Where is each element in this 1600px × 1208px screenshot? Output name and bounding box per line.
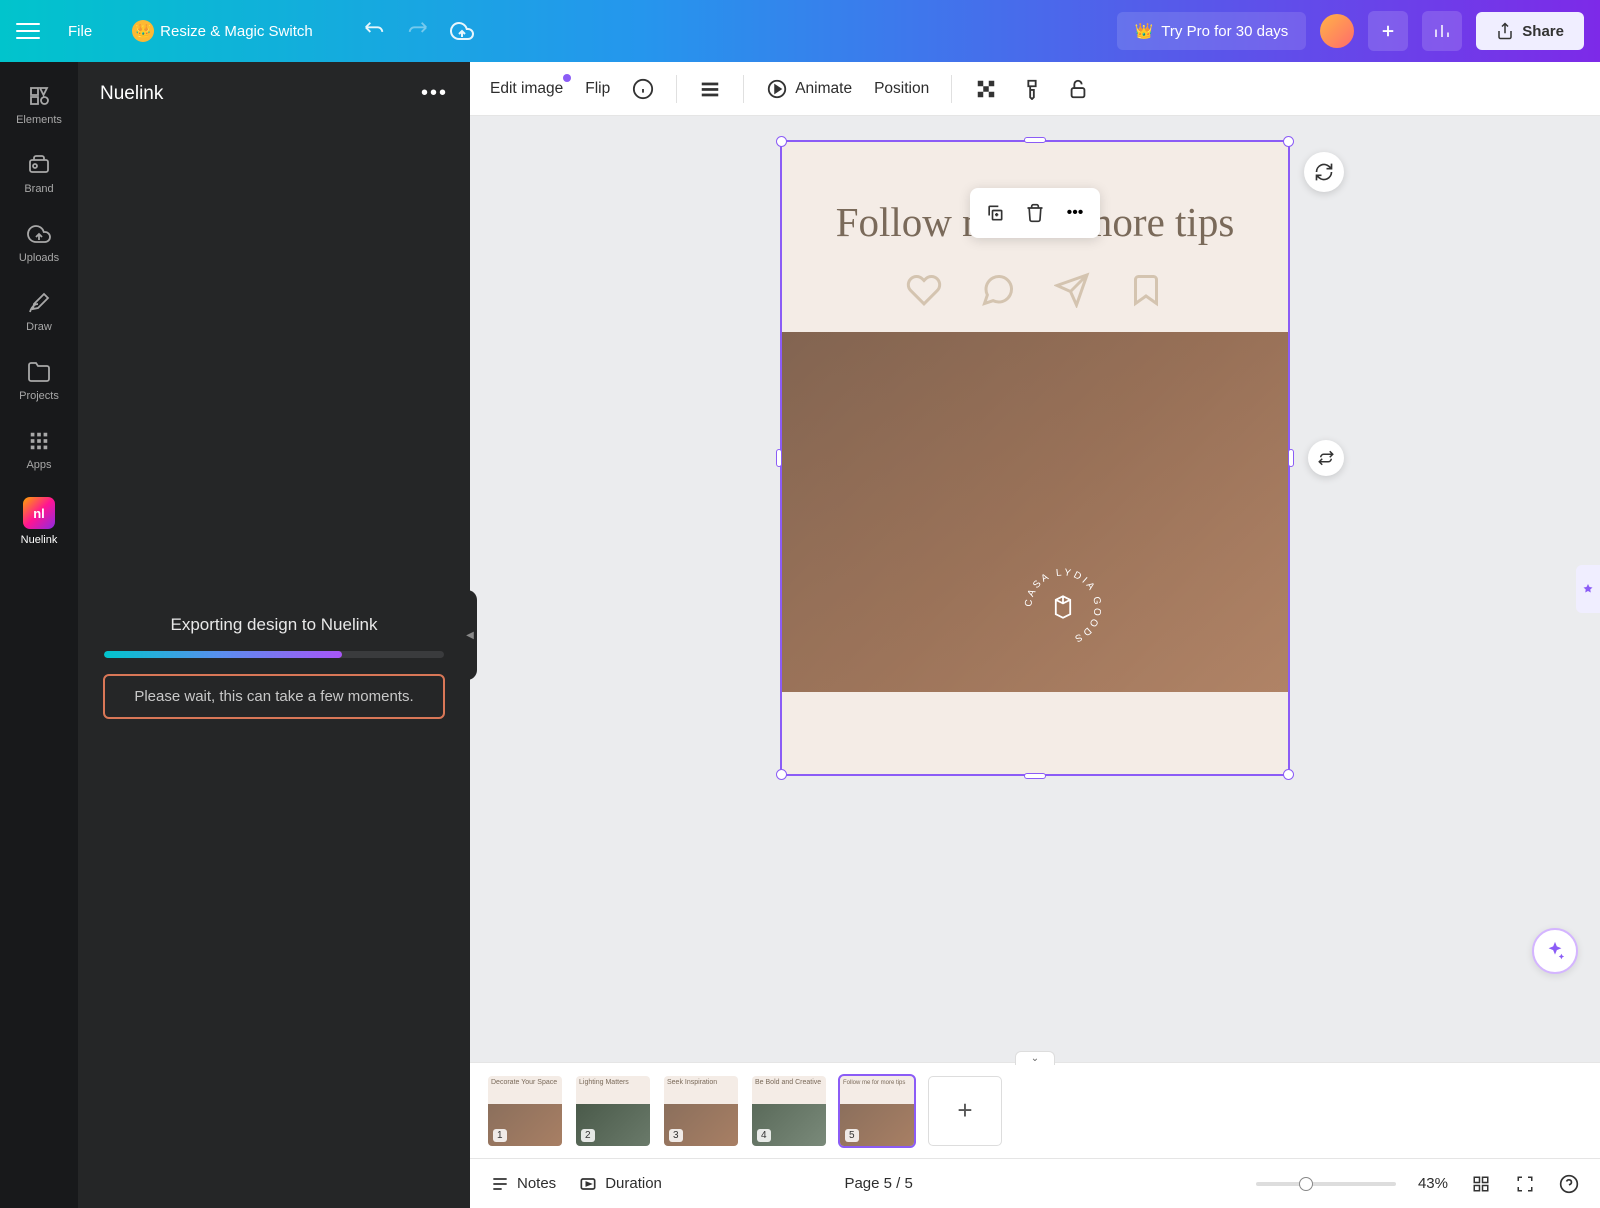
export-status-title: Exporting design to Nuelink: [171, 615, 378, 635]
canvas-area: Edit image Flip Animate Position: [470, 62, 1600, 1208]
resize-handle[interactable]: [776, 769, 787, 780]
list-style-button[interactable]: [699, 78, 721, 100]
resize-handle[interactable]: [1024, 773, 1046, 779]
lock-button[interactable]: [1066, 77, 1090, 101]
notification-dot: [563, 74, 571, 82]
strip-collapse-button[interactable]: ⌄: [1015, 1051, 1055, 1065]
sidebar-panel: Nuelink ••• Exporting design to Nuelink …: [78, 62, 470, 1208]
transparency-button[interactable]: [974, 77, 998, 101]
position-button[interactable]: Position: [874, 80, 929, 98]
zoom-percentage[interactable]: 43%: [1418, 1175, 1448, 1192]
flip-button[interactable]: Flip: [585, 80, 610, 98]
page-thumbnail-4[interactable]: Be Bold and Creative4: [752, 1076, 826, 1146]
resize-handle[interactable]: [1283, 769, 1294, 780]
sidebar-more-button[interactable]: •••: [421, 82, 448, 105]
add-button[interactable]: [1368, 11, 1408, 51]
info-button[interactable]: [632, 78, 654, 100]
more-options-button[interactable]: •••: [1057, 195, 1093, 231]
duplicate-button[interactable]: [977, 195, 1013, 231]
nav-rail: Elements Brand Uploads Draw Projects App…: [0, 62, 78, 1208]
nav-elements[interactable]: Elements: [0, 70, 78, 139]
expand-panel-tab[interactable]: [1576, 565, 1600, 613]
nav-nuelink[interactable]: nlNuelink: [0, 484, 78, 559]
delete-button[interactable]: [1017, 195, 1053, 231]
resize-magic-switch[interactable]: 👑 Resize & Magic Switch: [120, 12, 325, 50]
social-icons-row: [782, 262, 1288, 332]
nav-projects[interactable]: Projects: [0, 346, 78, 415]
try-pro-button[interactable]: 👑Try Pro for 30 days: [1117, 12, 1307, 50]
top-bar: File 👑 Resize & Magic Switch 👑Try Pro fo…: [0, 0, 1600, 62]
sidebar-title: Nuelink: [100, 83, 163, 105]
animate-button[interactable]: Animate: [766, 78, 852, 100]
share-button[interactable]: Share: [1476, 12, 1584, 50]
svg-text:CASA LYDIA GOODS: CASA LYDIA GOODS: [1023, 567, 1103, 645]
main-menu-button[interactable]: [16, 19, 40, 43]
regenerate-button[interactable]: [1304, 152, 1344, 192]
user-avatar[interactable]: [1320, 14, 1354, 48]
resize-handle[interactable]: [776, 136, 787, 147]
crown-icon: 👑: [132, 20, 154, 42]
resize-handle[interactable]: [1288, 449, 1294, 467]
help-button[interactable]: [1558, 1173, 1580, 1195]
nav-draw[interactable]: Draw: [0, 277, 78, 346]
page-thumbnail-1[interactable]: Decorate Your Space1: [488, 1076, 562, 1146]
edit-image-button[interactable]: Edit image: [490, 80, 563, 98]
grid-view-button[interactable]: [1470, 1173, 1492, 1195]
canvas-viewport[interactable]: ••• Follow me for more tips CASA LYDIA G…: [470, 116, 1600, 1062]
design-frame[interactable]: ••• Follow me for more tips CASA LYDIA G…: [780, 140, 1290, 776]
design-background-image[interactable]: CASA LYDIA GOODS: [782, 332, 1288, 692]
page-thumbnail-strip: ⌄ Decorate Your Space1 Lighting Matters2…: [470, 1062, 1600, 1158]
cloud-sync-icon[interactable]: [449, 18, 475, 44]
insights-button[interactable]: [1422, 11, 1462, 51]
export-wait-message: Please wait, this can take a few moments…: [103, 674, 445, 719]
crown-icon: 👑: [1135, 22, 1154, 40]
redo-button[interactable]: [405, 18, 431, 44]
export-progress-bar: [104, 651, 444, 658]
sync-pages-button[interactable]: [1308, 440, 1344, 476]
nav-apps[interactable]: Apps: [0, 415, 78, 484]
resize-handle[interactable]: [1024, 137, 1046, 143]
page-thumbnail-2[interactable]: Lighting Matters2: [576, 1076, 650, 1146]
page-thumbnail-5[interactable]: Follow me for more tips5: [840, 1076, 914, 1146]
add-page-button[interactable]: +: [928, 1076, 1002, 1146]
resize-handle[interactable]: [1283, 136, 1294, 147]
nuelink-icon: nl: [23, 497, 55, 529]
fullscreen-button[interactable]: [1514, 1173, 1536, 1195]
page-indicator[interactable]: Page 5 / 5: [844, 1175, 912, 1192]
zoom-slider[interactable]: [1256, 1182, 1396, 1186]
nav-uploads[interactable]: Uploads: [0, 208, 78, 277]
bottom-bar: Notes Duration Page 5 / 5 43%: [470, 1158, 1600, 1208]
ai-assistant-button[interactable]: [1532, 928, 1578, 974]
bookmark-icon[interactable]: [1128, 272, 1164, 308]
context-toolbar: Edit image Flip Animate Position: [470, 62, 1600, 116]
heart-icon[interactable]: [906, 272, 942, 308]
circular-brand-logo[interactable]: CASA LYDIA GOODS: [1018, 562, 1108, 652]
nav-brand[interactable]: Brand: [0, 139, 78, 208]
send-icon[interactable]: [1054, 272, 1090, 308]
file-menu[interactable]: File: [56, 15, 104, 48]
notes-button[interactable]: Notes: [490, 1174, 556, 1194]
page-thumbnail-3[interactable]: Seek Inspiration3: [664, 1076, 738, 1146]
duration-button[interactable]: Duration: [578, 1174, 662, 1194]
copy-style-button[interactable]: [1020, 77, 1044, 101]
undo-button[interactable]: [361, 18, 387, 44]
comment-icon[interactable]: [980, 272, 1016, 308]
element-floating-toolbar: •••: [970, 188, 1100, 238]
